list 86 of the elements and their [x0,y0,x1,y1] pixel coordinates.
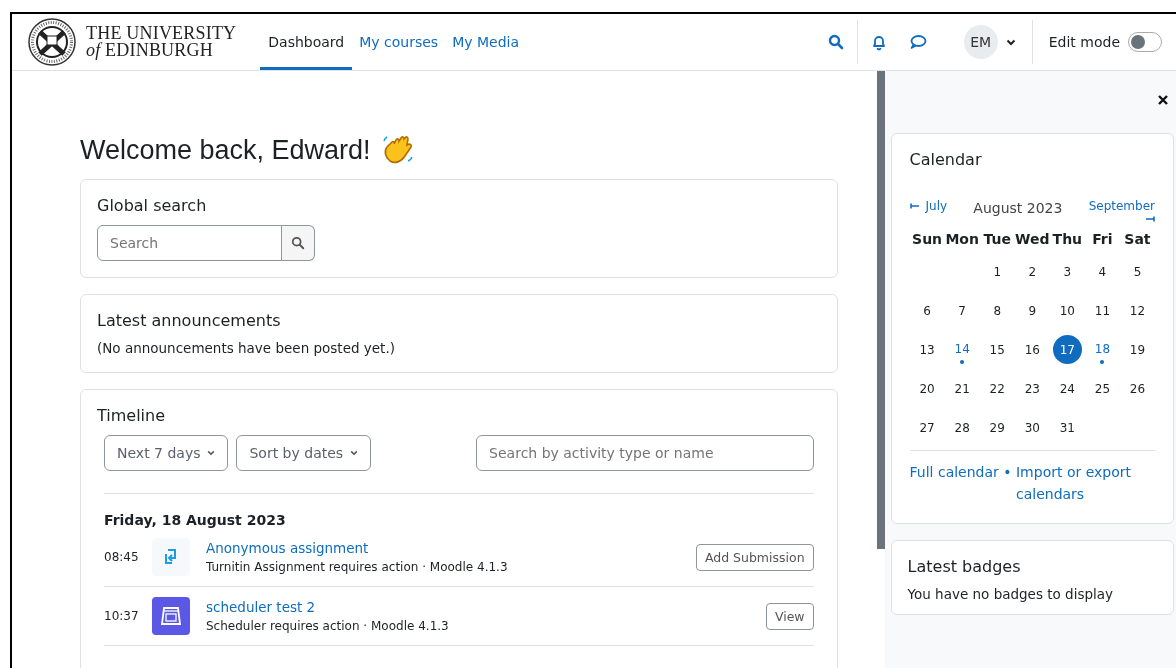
calendar-day: 24 [1052,374,1082,403]
date-filter-dropdown[interactable]: Next 7 days [104,435,229,471]
caret-icon [350,450,359,456]
event-time: 08:45 [104,550,140,564]
next-month-link[interactable]: September [1088,199,1155,222]
calendar-day: 13 [912,335,942,364]
return-arrow-icon [163,548,179,566]
empty-message: You have no badges to display [907,586,1115,602]
calendar-day: 2 [1017,257,1047,286]
calendar-day: 23 [1017,374,1047,403]
weekday-header: Wed [1014,231,1050,249]
calendar-day: 9 [1017,296,1047,325]
weekday-header: Mon [944,231,980,249]
activity-link[interactable]: scheduler test 2 [206,599,766,615]
previous-month-link[interactable]: July [909,199,948,213]
user-avatar[interactable]: EM [963,25,998,59]
calendar-day: 16 [1017,335,1047,364]
card-title: Global search [97,196,208,215]
bell-icon[interactable] [870,33,887,51]
close-icon[interactable] [1158,95,1168,105]
calendar-day: 15 [982,335,1012,364]
welcome-heading: Welcome back, Edward! [80,134,371,166]
calendar-icon [160,606,182,626]
calendar-day: 11 [1087,296,1117,325]
card-title: Timeline [97,406,167,425]
nav-tab[interactable]: My Media [445,17,527,70]
calendar-day: 29 [982,413,1012,442]
weekday-header: Sat [1123,231,1152,249]
caret-icon [207,450,216,456]
calendar-day: 21 [947,374,977,403]
search-icon[interactable] [827,34,844,50]
weekday-header: Thu [1051,231,1084,249]
left-arrow-icon [909,203,920,209]
calendar-day: 7 [947,296,977,325]
event-time: 10:37 [104,609,140,623]
caret-icon [1005,38,1016,46]
calendar-day: 25 [1087,374,1117,403]
card-title: Latest badges [907,557,1022,576]
calendar-day[interactable]: 14 [947,339,977,359]
nav-tab[interactable]: Dashboard [260,17,353,70]
calendar-day: 20 [912,374,942,403]
card-title: Latest announcements [97,311,282,330]
calendar-day: 27 [912,413,942,442]
edit-mode-toggle[interactable] [1128,32,1162,52]
calendar-day: 28 [947,413,977,442]
full-calendar-link[interactable]: Full calendar [909,464,999,480]
weekday-header: Tue [982,231,1012,249]
empty-message: (No announcements have been posted yet.) [97,340,396,356]
search-button[interactable] [282,225,315,261]
action-button[interactable]: View [765,602,814,630]
crest-logo-icon [28,18,76,66]
calendar-day: 22 [982,374,1012,403]
action-button[interactable]: Add Submission [695,543,814,571]
calendar-day[interactable]: 18 [1087,339,1117,359]
calendar-day: 19 [1122,335,1152,364]
today-marker[interactable]: 17 [1052,335,1082,364]
card-title: Calendar [909,150,983,169]
edit-mode-label: Edit mode [1048,34,1120,50]
activity-details: Turnitin Assignment requires action · Moodle 4.1.3 [206,560,509,574]
month-title: August 2023 [973,200,1063,216]
activity-search-field[interactable]: Search by activity type or name [476,435,814,471]
calendar-day: 26 [1122,374,1152,403]
separator-dot: • [1002,464,1013,480]
calendar-day: 3 [1052,257,1082,286]
search-icon [291,236,305,250]
activity-link[interactable]: Anonymous assignment [206,540,696,556]
calendar-day: 6 [912,296,942,325]
weekday-header: Fri [1091,231,1114,249]
calendar-day: 1 [982,257,1012,286]
calendar-day: 8 [982,296,1012,325]
sort-dropdown[interactable]: Sort by dates [236,435,372,471]
activity-details: Scheduler requires action · Moodle 4.1.3 [206,619,450,633]
date-heading: Friday, 18 August 2023 [104,512,287,528]
university-name: THE UNIVERSITY of EDINBURGH [86,25,237,59]
right-arrow-icon [1145,216,1155,222]
search-field[interactable]: Search [97,225,282,261]
chat-bubble-icon[interactable] [908,34,927,50]
nav-tab[interactable]: My courses [352,17,446,70]
calendar-day: 4 [1087,257,1117,286]
import-export-link[interactable]: Import or export calendars [1016,461,1141,505]
calendar-day: 12 [1122,296,1152,325]
calendar-day: 10 [1052,296,1082,325]
calendar-day: 30 [1017,413,1047,442]
calendar-day: 31 [1052,413,1082,442]
weekday-header: Sun [911,231,944,249]
calendar-day: 5 [1122,257,1152,286]
